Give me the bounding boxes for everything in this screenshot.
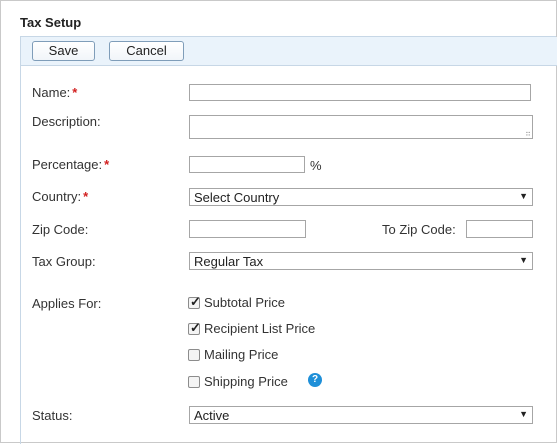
toolbar: Save Cancel bbox=[21, 37, 557, 66]
name-input[interactable] bbox=[189, 84, 531, 101]
cancel-button[interactable]: Cancel bbox=[109, 41, 184, 61]
status-label: Status: bbox=[32, 408, 73, 423]
shipping-price-checkbox[interactable] bbox=[188, 376, 200, 388]
check-icon: ✓ bbox=[190, 320, 201, 335]
tax-group-label: Tax Group: bbox=[32, 254, 96, 269]
dropdown-arrow-icon: ▼ bbox=[519, 409, 528, 419]
required-marker: * bbox=[72, 85, 78, 100]
to-zip-code-label: To Zip Code: bbox=[382, 222, 456, 237]
option-label: Shipping Price bbox=[204, 374, 288, 389]
country-select[interactable]: Select Country ▼ bbox=[189, 188, 533, 206]
option-label: Mailing Price bbox=[204, 347, 279, 362]
country-label-text: Country: bbox=[32, 189, 82, 204]
resize-grip-icon[interactable]: ⠶ bbox=[525, 130, 531, 138]
percentage-input[interactable] bbox=[189, 156, 305, 173]
save-button[interactable]: Save bbox=[32, 41, 95, 61]
recipient-list-price-checkbox[interactable]: ✓ bbox=[188, 320, 201, 335]
tax-group-select[interactable]: Regular Tax ▼ bbox=[189, 252, 533, 270]
applies-for-label: Applies For: bbox=[32, 296, 102, 311]
required-marker: * bbox=[83, 189, 89, 204]
check-icon: ✓ bbox=[190, 294, 201, 309]
help-question-icon[interactable]: ? bbox=[308, 373, 322, 387]
description-wrapper: ⠶ bbox=[189, 115, 533, 139]
option-label: Recipient List Price bbox=[204, 321, 316, 336]
dropdown-arrow-icon: ▼ bbox=[519, 191, 528, 201]
to-zip-code-input[interactable] bbox=[466, 220, 533, 238]
tax-group-selected: Regular Tax bbox=[194, 254, 264, 269]
zip-code-input[interactable] bbox=[189, 220, 306, 238]
percentage-label-text: Percentage: bbox=[32, 157, 103, 172]
percent-unit: % bbox=[310, 158, 322, 173]
country-selected: Select Country bbox=[194, 190, 280, 205]
status-select[interactable]: Active ▼ bbox=[189, 406, 533, 424]
description-textarea[interactable] bbox=[189, 115, 533, 139]
mailing-price-checkbox[interactable] bbox=[188, 349, 200, 361]
percentage-label: Percentage: * bbox=[32, 157, 109, 172]
name-label: Name: * bbox=[32, 85, 77, 100]
status-selected: Active bbox=[194, 408, 230, 423]
subtotal-price-checkbox[interactable]: ✓ bbox=[188, 294, 201, 309]
zip-code-label: Zip Code: bbox=[32, 222, 89, 237]
country-label: Country: * bbox=[32, 189, 88, 204]
option-label: Subtotal Price bbox=[204, 295, 285, 310]
description-label: Description: bbox=[32, 114, 101, 129]
page-title: Tax Setup bbox=[20, 15, 82, 30]
dropdown-arrow-icon: ▼ bbox=[519, 255, 528, 265]
name-label-text: Name: bbox=[32, 85, 71, 100]
required-marker: * bbox=[104, 157, 110, 172]
